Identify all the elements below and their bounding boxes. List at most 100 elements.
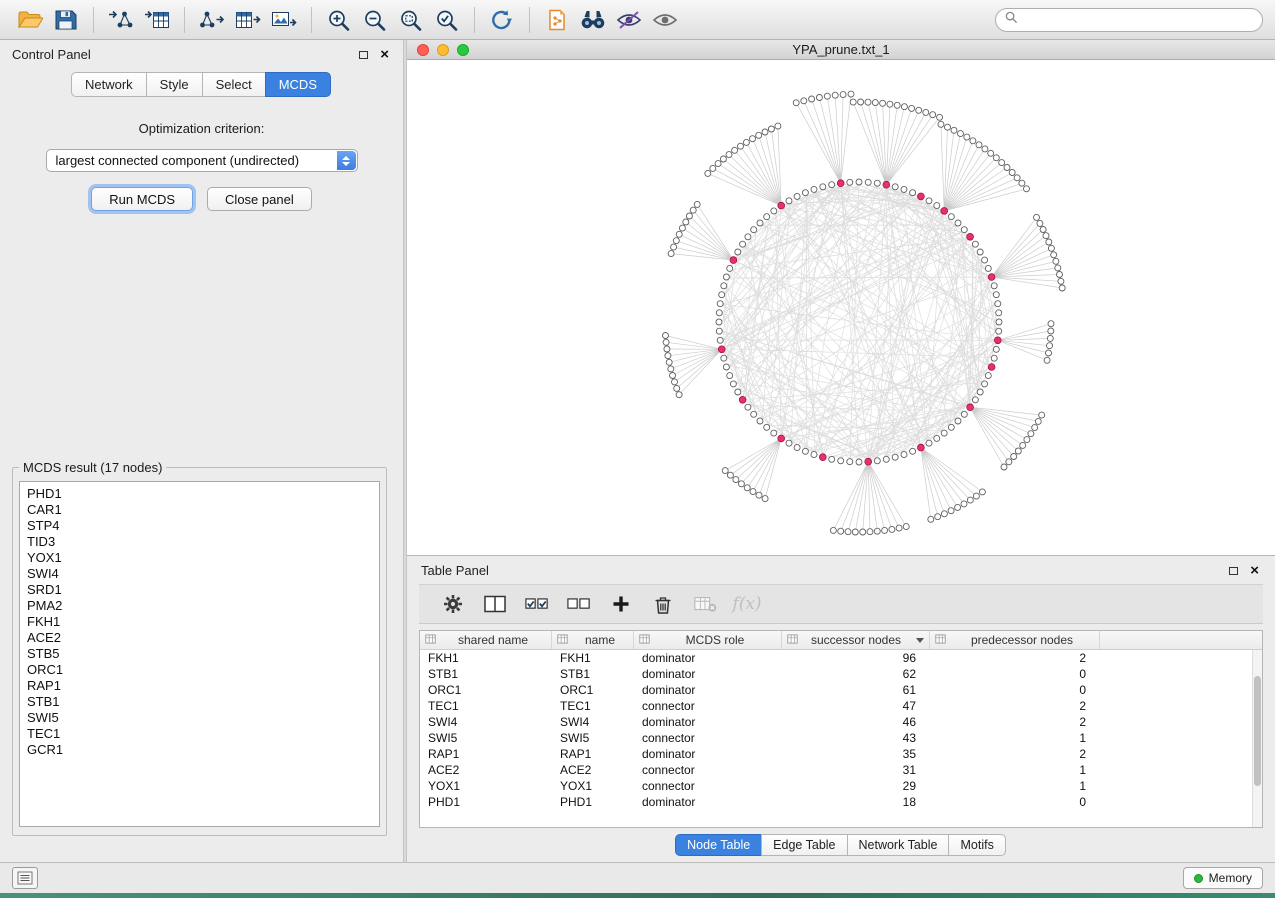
column-header-successor-nodes[interactable]: successor nodes	[782, 631, 930, 649]
result-node-item[interactable]: TID3	[27, 534, 372, 550]
toolbar-separator	[93, 7, 94, 33]
zoom-in-icon[interactable]	[321, 5, 357, 35]
first-neighbors-icon[interactable]	[575, 5, 611, 35]
table-row[interactable]: YOX1YOX1connector291	[420, 778, 1252, 794]
column-header-predecessor-nodes[interactable]: predecessor nodes	[930, 631, 1100, 649]
result-node-item[interactable]: YOX1	[27, 550, 372, 566]
zoom-fit-icon[interactable]	[393, 5, 429, 35]
open-session-icon[interactable]	[12, 5, 48, 35]
cell-MCDS-role: connector	[634, 731, 782, 745]
add-row-icon[interactable]	[607, 590, 635, 618]
export-table-icon[interactable]	[230, 5, 266, 35]
cell-shared-name: RAP1	[420, 747, 552, 761]
table-row[interactable]: ACE2ACE2connector311	[420, 762, 1252, 778]
run-mcds-button[interactable]: Run MCDS	[91, 187, 193, 211]
cell-successor-nodes: 18	[782, 795, 930, 809]
column-header-name[interactable]: name	[552, 631, 634, 649]
result-node-item[interactable]: CAR1	[27, 502, 372, 518]
export-network-icon[interactable]	[194, 5, 230, 35]
table-row[interactable]: TEC1TEC1connector472	[420, 698, 1252, 714]
result-node-item[interactable]: RAP1	[27, 678, 372, 694]
hide-selected-icon[interactable]	[611, 5, 647, 35]
memory-button[interactable]: Memory	[1183, 867, 1263, 889]
float-table-panel-icon[interactable]	[1229, 567, 1238, 575]
save-session-icon[interactable]	[48, 5, 84, 35]
network-titlebar[interactable]: YPA_prune.txt_1	[407, 40, 1275, 60]
result-node-item[interactable]: ORC1	[27, 662, 372, 678]
export-image-icon[interactable]	[266, 5, 302, 35]
close-panel-button[interactable]: Close panel	[207, 187, 312, 211]
cell-predecessor-nodes: 2	[930, 715, 1100, 729]
table-row[interactable]: SWI4SWI4dominator462	[420, 714, 1252, 730]
result-node-item[interactable]: STB5	[27, 646, 372, 662]
show-columns-icon[interactable]	[481, 590, 509, 618]
import-table-icon[interactable]	[139, 5, 175, 35]
tab-mcds[interactable]: MCDS	[265, 72, 331, 97]
network-canvas[interactable]	[407, 60, 1275, 556]
result-node-item[interactable]: STB1	[27, 694, 372, 710]
function-builder-icon[interactable]: f(x)	[733, 590, 761, 618]
share-document-icon[interactable]	[539, 5, 575, 35]
result-node-item[interactable]: FKH1	[27, 614, 372, 630]
cell-MCDS-role: connector	[634, 699, 782, 713]
toolbar-separator	[474, 7, 475, 33]
cell-successor-nodes: 46	[782, 715, 930, 729]
zoom-out-icon[interactable]	[357, 5, 393, 35]
column-header-MCDS-role[interactable]: MCDS role	[634, 631, 782, 649]
result-node-item[interactable]: GCR1	[27, 742, 372, 758]
show-all-icon[interactable]	[647, 5, 683, 35]
cell-shared-name: ACE2	[420, 763, 552, 777]
close-table-panel-icon[interactable]: ×	[1250, 566, 1259, 576]
mcds-result-list[interactable]: PHD1CAR1STP4TID3YOX1SWI4SRD1PMA2FKH1ACE2…	[19, 481, 380, 827]
close-panel-icon[interactable]: ×	[380, 50, 389, 60]
tab-motifs[interactable]: Motifs	[948, 834, 1005, 856]
result-node-item[interactable]: STP4	[27, 518, 372, 534]
cell-name: SWI4	[552, 715, 634, 729]
zoom-selected-icon[interactable]	[429, 5, 465, 35]
search-input[interactable]	[1023, 12, 1253, 27]
table-row[interactable]: PHD1PHD1dominator180	[420, 794, 1252, 810]
cell-successor-nodes: 61	[782, 683, 930, 697]
result-node-item[interactable]: SWI4	[27, 566, 372, 582]
tab-node-table[interactable]: Node Table	[675, 834, 762, 856]
float-panel-icon[interactable]	[359, 51, 368, 59]
cell-predecessor-nodes: 0	[930, 795, 1100, 809]
show-panels-button[interactable]	[12, 867, 38, 889]
window-zoom-icon[interactable]	[457, 44, 469, 56]
tab-network-table[interactable]: Network Table	[847, 834, 950, 856]
result-node-item[interactable]: ACE2	[27, 630, 372, 646]
result-node-item[interactable]: PHD1	[27, 486, 372, 502]
deselect-all-icon[interactable]	[565, 590, 593, 618]
table-row[interactable]: ORC1ORC1dominator610	[420, 682, 1252, 698]
window-close-icon[interactable]	[417, 44, 429, 56]
result-node-item[interactable]: SRD1	[27, 582, 372, 598]
window-minimize-icon[interactable]	[437, 44, 449, 56]
scrollbar-thumb[interactable]	[1254, 676, 1261, 786]
main-area: Control Panel × NetworkStyleSelectMCDS O…	[0, 40, 1275, 862]
cell-predecessor-nodes: 1	[930, 779, 1100, 793]
tab-select[interactable]: Select	[202, 72, 266, 97]
result-node-item[interactable]: SWI5	[27, 710, 372, 726]
cell-shared-name: SWI5	[420, 731, 552, 745]
result-node-item[interactable]: PMA2	[27, 598, 372, 614]
tab-style[interactable]: Style	[146, 72, 203, 97]
table-scrollbar[interactable]	[1252, 650, 1262, 827]
table-row[interactable]: RAP1RAP1dominator352	[420, 746, 1252, 762]
import-network-icon[interactable]	[103, 5, 139, 35]
tab-edge-table[interactable]: Edge Table	[761, 834, 847, 856]
delete-row-icon[interactable]	[649, 590, 677, 618]
delete-table-icon[interactable]	[691, 590, 719, 618]
criterion-select[interactable]: largest connected component (undirected)	[46, 149, 358, 172]
table-row[interactable]: FKH1FKH1dominator962	[420, 650, 1252, 666]
mcds-result-fieldset: MCDS result (17 nodes) PHD1CAR1STP4TID3Y…	[12, 460, 387, 836]
table-row[interactable]: SWI5SWI5connector431	[420, 730, 1252, 746]
select-all-icon[interactable]	[523, 590, 551, 618]
search-box[interactable]	[995, 8, 1263, 32]
apply-layout-icon[interactable]	[484, 5, 520, 35]
result-node-item[interactable]: TEC1	[27, 726, 372, 742]
column-header-shared-name[interactable]: shared name	[420, 631, 552, 649]
table-row[interactable]: STB1STB1dominator620	[420, 666, 1252, 682]
network-graph[interactable]	[407, 60, 1275, 556]
table-settings-icon[interactable]	[439, 590, 467, 618]
tab-network[interactable]: Network	[71, 72, 147, 97]
